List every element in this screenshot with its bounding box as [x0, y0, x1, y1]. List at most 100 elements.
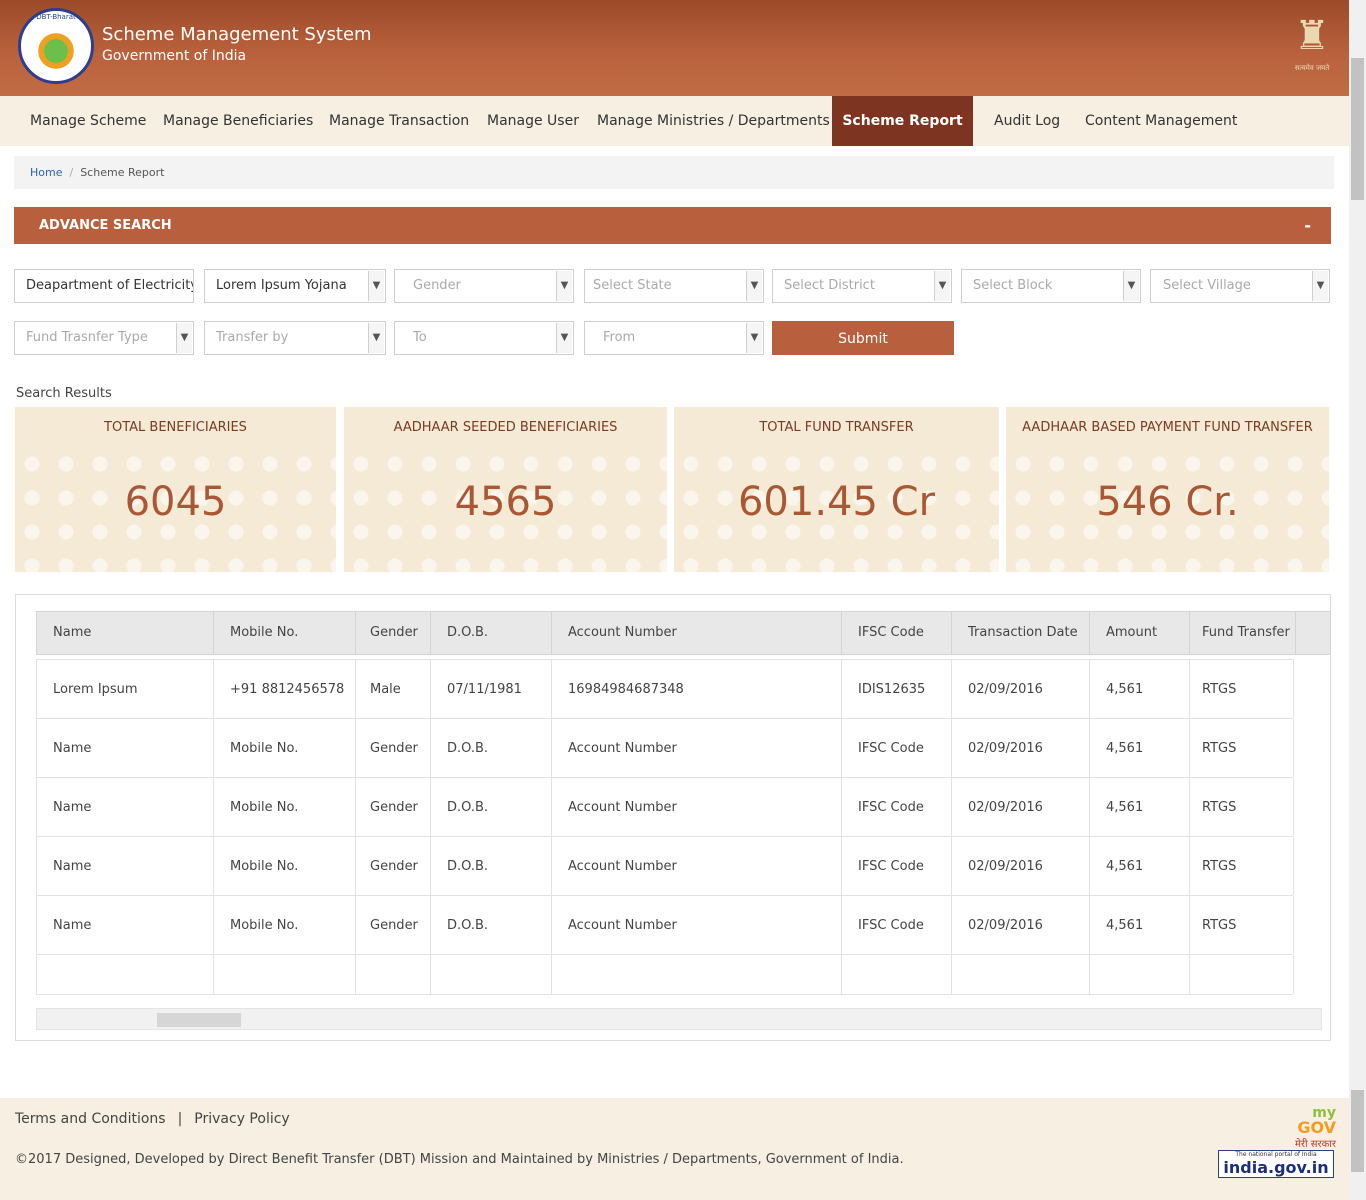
- table-row[interactable]: Name Mobile No. Gender D.O.B. Account Nu…: [36, 719, 1294, 778]
- terms-link[interactable]: Terms and Conditions: [15, 1111, 166, 1127]
- advance-search-toggle-bar[interactable]: ADVANCE SEARCH -: [14, 207, 1331, 244]
- scheme-select[interactable]: Lorem Ipsum Yojana ▼: [204, 269, 386, 303]
- cell-transaction-date: 02/09/2016: [952, 896, 1090, 954]
- cell-empty: [1090, 955, 1190, 994]
- nav-content-management[interactable]: Content Management: [1085, 96, 1237, 146]
- chevron-down-icon: ▼: [368, 323, 384, 353]
- nav-manage-ministries[interactable]: Manage Ministries / Departments: [597, 96, 830, 146]
- nav-scheme-report[interactable]: Scheme Report: [832, 96, 973, 146]
- chevron-down-icon: ▼: [556, 323, 572, 353]
- privacy-link[interactable]: Privacy Policy: [194, 1111, 289, 1127]
- site-subtitle: Government of India: [102, 48, 247, 64]
- column-header-mobile[interactable]: Mobile No.: [214, 612, 356, 654]
- scrollbar-thumb[interactable]: [157, 1013, 241, 1027]
- nav-manage-beneficiaries[interactable]: Manage Beneficiaries: [163, 96, 313, 146]
- scrollbar-thumb-lower[interactable]: [1351, 1090, 1364, 1172]
- block-select-placeholder: Select Block: [973, 278, 1053, 293]
- district-select-placeholder: Select District: [784, 278, 875, 293]
- column-header-dob[interactable]: D.O.B.: [431, 612, 552, 654]
- page-vertical-scrollbar[interactable]: [1349, 0, 1366, 1200]
- cell-amount: 4,561: [1090, 837, 1190, 895]
- cell-account: Account Number: [552, 837, 842, 895]
- cell-fund-transfer: RTGS: [1190, 837, 1294, 895]
- table-horizontal-scrollbar[interactable]: [36, 1008, 1322, 1030]
- cell-gender: Gender: [356, 837, 431, 895]
- table-row[interactable]: Name Mobile No. Gender D.O.B. Account Nu…: [36, 778, 1294, 837]
- india-gov-logo[interactable]: The national portal of India india.gov.i…: [1218, 1150, 1334, 1178]
- nav-manage-transaction[interactable]: Manage Transaction: [329, 96, 469, 146]
- village-select[interactable]: Select Village ▼: [1150, 269, 1330, 303]
- chevron-down-icon: ▼: [176, 323, 192, 353]
- chevron-down-icon: ▼: [556, 271, 572, 301]
- column-header-account[interactable]: Account Number: [552, 612, 842, 654]
- emblem-lion-icon: ♜: [1294, 13, 1330, 59]
- nav-audit-log[interactable]: Audit Log: [994, 96, 1060, 146]
- national-emblem-icon: ♜ सत्यमेव जयते: [1290, 8, 1334, 84]
- column-header-name[interactable]: Name: [37, 612, 214, 654]
- chevron-down-icon: ▼: [746, 323, 762, 353]
- scrollbar-thumb[interactable]: [1351, 58, 1364, 200]
- stat-card-title: AADHAAR SEEDED BENEFICIARIES: [393, 420, 618, 435]
- stat-card-value: 601.45 Cr: [737, 479, 936, 525]
- table-body: Lorem Ipsum +91 8812456578 Male 07/11/19…: [36, 659, 1331, 995]
- cell-empty: [952, 955, 1090, 994]
- main-nav: Manage Scheme Manage Beneficiaries Manag…: [0, 96, 1349, 146]
- site-footer: Terms and Conditions | Privacy Policy ©201…: [0, 1098, 1349, 1200]
- cell-gender: Gender: [356, 896, 431, 954]
- cell-name: Lorem Ipsum: [37, 660, 214, 718]
- table-row[interactable]: Name Mobile No. Gender D.O.B. Account Nu…: [36, 837, 1294, 896]
- column-header-amount[interactable]: Amount: [1090, 612, 1190, 654]
- nav-manage-user[interactable]: Manage User: [487, 96, 579, 146]
- district-select[interactable]: Select District ▼: [772, 269, 952, 303]
- block-select[interactable]: Select Block ▼: [961, 269, 1141, 303]
- mygov-logo[interactable]: my GOV मेरी सरकार: [1284, 1106, 1336, 1150]
- chevron-down-icon: ▼: [1123, 271, 1139, 301]
- cell-transaction-date: 02/09/2016: [952, 837, 1090, 895]
- cell-ifsc: IFSC Code: [842, 719, 952, 777]
- from-date-select[interactable]: From ▼: [584, 321, 764, 355]
- footer-divider: |: [177, 1111, 183, 1127]
- copyright-text: ©2017 Designed, Developed by Direct Bene…: [15, 1152, 904, 1167]
- cell-empty: [1190, 955, 1294, 994]
- cell-mobile: Mobile No.: [214, 719, 356, 777]
- breadcrumb-home[interactable]: Home: [30, 166, 62, 179]
- cell-ifsc: IFSC Code: [842, 896, 952, 954]
- mygov-gov: GOV: [1297, 1118, 1336, 1137]
- cell-empty: [214, 955, 356, 994]
- submit-button[interactable]: Submit: [772, 321, 954, 355]
- to-date-select[interactable]: To ▼: [394, 321, 574, 355]
- column-header-fund-transfer[interactable]: Fund Transfer: [1190, 612, 1296, 654]
- cell-fund-transfer: RTGS: [1190, 719, 1294, 777]
- gender-select-placeholder: Gender: [413, 278, 461, 293]
- cell-dob: D.O.B.: [431, 719, 552, 777]
- gender-select[interactable]: Gender ▼: [394, 269, 574, 303]
- cell-mobile: Mobile No.: [214, 778, 356, 836]
- table-row[interactable]: Name Mobile No. Gender D.O.B. Account Nu…: [36, 896, 1294, 955]
- transfer-by-placeholder: Transfer by: [216, 330, 289, 345]
- scheme-select-value: Lorem Ipsum Yojana: [216, 278, 347, 293]
- column-header-gender[interactable]: Gender: [356, 612, 431, 654]
- mygov-sarkar: मेरी सरकार: [1294, 1139, 1336, 1150]
- cell-empty: [431, 955, 552, 994]
- nav-manage-scheme[interactable]: Manage Scheme: [30, 96, 146, 146]
- department-select[interactable]: Deapartment of Electricity...: [14, 269, 194, 303]
- transfer-by-select[interactable]: Transfer by ▼: [204, 321, 386, 355]
- cell-amount: 4,561: [1090, 896, 1190, 954]
- stat-card-total-fund-transfer: TOTAL FUND TRANSFER 601.45 Cr: [674, 407, 999, 572]
- dbt-bharat-logo[interactable]: DBT-Bharat: [18, 8, 94, 84]
- cell-account: Account Number: [552, 896, 842, 954]
- cell-name: Name: [37, 778, 214, 836]
- column-header-transaction-date[interactable]: Transaction Date: [952, 612, 1090, 654]
- table-row-empty: [36, 955, 1294, 995]
- fund-transfer-type-select[interactable]: Fund Trasnfer Type ▼: [14, 321, 194, 355]
- chevron-down-icon: ▼: [1312, 271, 1328, 301]
- cell-mobile: +91 8812456578: [214, 660, 356, 718]
- logo-text: DBT-Bharat: [36, 13, 76, 21]
- cell-dob: 07/11/1981: [431, 660, 552, 718]
- table-row[interactable]: Lorem Ipsum +91 8812456578 Male 07/11/19…: [36, 659, 1294, 719]
- cell-name: Name: [37, 837, 214, 895]
- state-select[interactable]: Select State ▼: [584, 269, 764, 303]
- collapse-icon[interactable]: -: [1304, 207, 1311, 244]
- column-header-ifsc[interactable]: IFSC Code: [842, 612, 952, 654]
- cell-mobile: Mobile No.: [214, 896, 356, 954]
